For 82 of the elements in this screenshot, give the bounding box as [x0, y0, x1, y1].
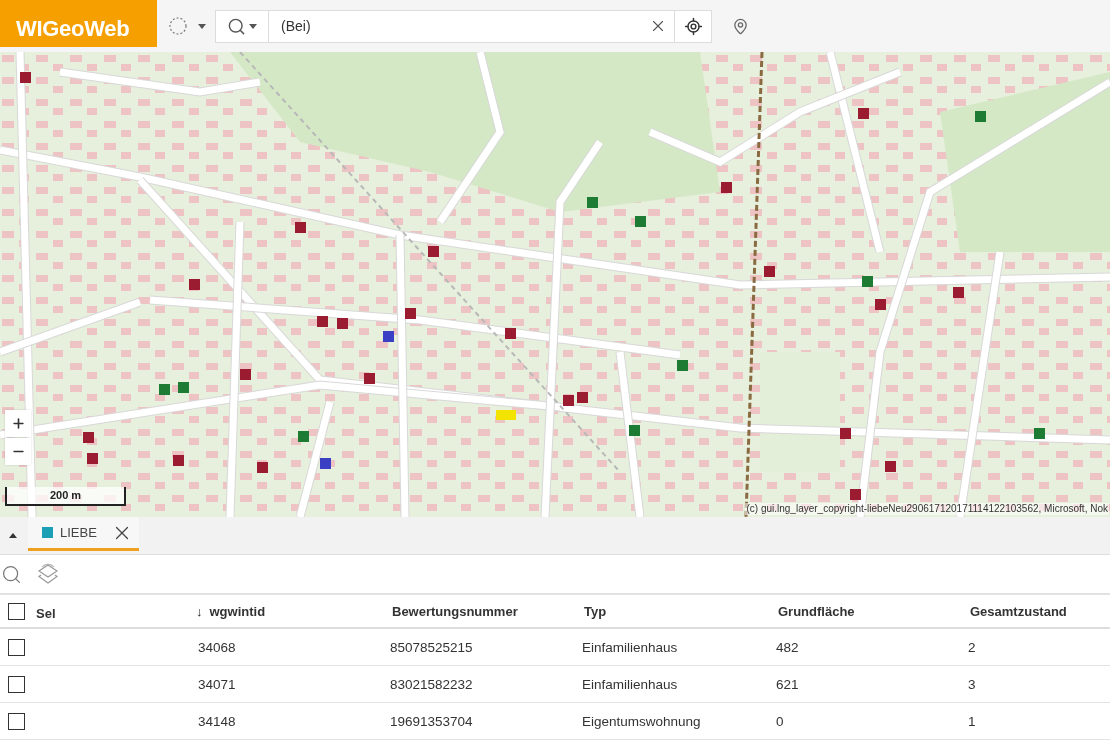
table-cell-text: 34068 — [197, 639, 237, 655]
map-marker-icon[interactable] — [857, 107, 869, 119]
table-cell-text: 621 — [775, 676, 800, 692]
map-pin-icon — [731, 17, 749, 35]
table-cell-text: 34148 — [197, 713, 237, 729]
map-marker-icon[interactable] — [874, 298, 886, 310]
search-icon — [227, 16, 246, 36]
map-marker-icon[interactable] — [294, 221, 306, 233]
map-marker-icon[interactable] — [628, 424, 640, 436]
checkbox[interactable] — [8, 712, 25, 730]
map-marker-icon[interactable] — [158, 383, 170, 395]
map-marker-icon[interactable] — [496, 410, 516, 420]
map-marker-icon[interactable] — [177, 381, 189, 393]
map-marker-icon[interactable] — [634, 215, 646, 227]
map-marker-icon[interactable] — [763, 265, 775, 277]
search-field[interactable]: (Bei) — [269, 9, 642, 43]
table-cell-text: Einfamilienhaus — [581, 639, 679, 655]
column-header[interactable]: Typ — [584, 603, 607, 619]
map-marker-icon[interactable] — [952, 286, 964, 298]
checkbox[interactable] — [8, 638, 25, 656]
map-marker-icon[interactable] — [82, 431, 94, 443]
map-marker-icon[interactable] — [974, 110, 986, 122]
map-marker-icon[interactable] — [576, 391, 588, 403]
map-marker-icon[interactable] — [336, 317, 348, 329]
map-marker-icon[interactable] — [504, 327, 516, 339]
caret-down-icon — [249, 23, 257, 29]
table-cell-text: Eigentumswohnung — [581, 713, 702, 729]
map-marker-icon[interactable] — [720, 181, 732, 193]
map-marker-icon[interactable] — [363, 372, 375, 384]
table-cell-text: Einfamilienhaus — [581, 676, 679, 692]
crosshair-icon — [683, 16, 703, 36]
search-icon — [0, 563, 22, 585]
checkbox[interactable] — [8, 602, 25, 620]
table-cell-text: 0 — [775, 713, 785, 729]
map-marker-icon[interactable] — [188, 278, 200, 290]
search-mode-button[interactable] — [215, 9, 269, 43]
map-marker-icon[interactable] — [861, 275, 873, 287]
map-marker-icon[interactable] — [676, 359, 688, 371]
table-cell-text: 482 — [775, 639, 800, 655]
dashed-circle-icon — [169, 17, 187, 35]
map-marker-icon[interactable] — [319, 457, 331, 469]
plus-icon — [10, 416, 26, 431]
map-marker-icon[interactable] — [19, 71, 31, 83]
caret-down-icon — [198, 23, 206, 29]
map-marker-icon[interactable] — [256, 461, 268, 473]
table-cell-text: 1 — [967, 713, 977, 729]
column-header[interactable]: wgwintid — [209, 603, 266, 619]
map-marker-icon[interactable] — [427, 245, 439, 257]
map-marker-icon[interactable] — [172, 454, 184, 466]
map-marker-icon[interactable] — [297, 430, 309, 442]
map-marker-icon[interactable] — [562, 394, 574, 406]
column-header[interactable]: Grundfläche — [778, 603, 855, 619]
tab-label: LIEBE — [60, 525, 97, 540]
column-header[interactable]: Gesamtzustand — [970, 603, 1067, 619]
table-cell-text: 34071 — [197, 676, 237, 692]
zoom-in-button[interactable] — [5, 410, 31, 437]
map-marker-icon[interactable] — [884, 460, 896, 472]
layers-icon — [37, 563, 59, 585]
map-scale-bar: 200 m — [5, 487, 126, 506]
checkbox[interactable] — [8, 675, 25, 693]
map-marker-icon[interactable] — [316, 315, 328, 327]
map-marker-icon[interactable] — [382, 330, 394, 342]
table-cell-text: 2 — [967, 639, 977, 655]
layer-tab[interactable]: LIEBE — [28, 517, 139, 551]
map-marker-icon[interactable] — [839, 427, 851, 439]
map-marker-icon[interactable] — [239, 368, 251, 380]
table-cell-text: 3 — [967, 676, 977, 692]
column-header[interactable]: Sel — [36, 605, 56, 621]
table-cell-text: 83021582232 — [389, 676, 474, 692]
map-marker-icon[interactable] — [849, 488, 861, 500]
map-marker-icon[interactable] — [586, 196, 598, 208]
map-marker-icon[interactable] — [86, 452, 98, 464]
app-logo: WIGeoWeb — [0, 0, 157, 47]
column-header[interactable]: Bewertungsnummer — [392, 603, 518, 619]
map-marker-icon[interactable] — [1033, 427, 1045, 439]
locate-button[interactable] — [674, 9, 712, 43]
sort-indicator: ↓ — [196, 603, 203, 619]
caret-up-icon — [9, 533, 17, 538]
table-cell-text: 19691353704 — [389, 713, 474, 729]
map-attribution: (c) gui.lng_layer_copyright-liebeNeu290617120171114122103562, Microsoft, Nok — [745, 503, 1109, 515]
table-cell-text: 85078525215 — [389, 639, 474, 655]
map-marker-icon[interactable] — [404, 307, 416, 319]
